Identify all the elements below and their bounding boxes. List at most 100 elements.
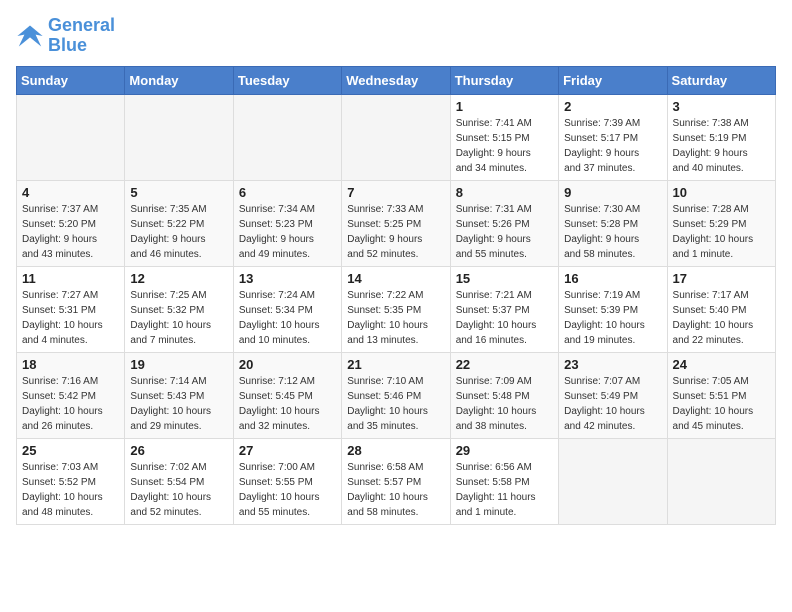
- calendar-cell: 14 Sunrise: 7:22 AMSunset: 5:35 PMDayligh…: [342, 266, 450, 352]
- page-header: General Blue: [16, 16, 776, 56]
- calendar-cell: 16Sunrise: 7:19 AMSunset: 5:39 PMDayligh…: [559, 266, 667, 352]
- day-number: 8: [456, 185, 553, 200]
- calendar-cell: 6 Sunrise: 7:34 AMSunset: 5:23 PMDaylight…: [233, 180, 341, 266]
- day-number: 18: [22, 357, 119, 372]
- day-info: Sunrise: 7:03 AMSunset: 5:52 PMDaylight:…: [22, 460, 119, 520]
- calendar-cell: 20Sunrise: 7:12 AMSunset: 5:45 PMDayligh…: [233, 352, 341, 438]
- day-info: Sunrise: 7:16 AMSunset: 5:42 PMDaylight:…: [22, 374, 119, 434]
- day-number: 2: [564, 99, 661, 114]
- day-info: Sunrise: 7:17 AMSunset: 5:40 PMDaylight:…: [673, 288, 770, 348]
- day-info: Sunrise: 7:30 AMSunset: 5:28 PMDaylight:…: [564, 202, 661, 262]
- calendar-header-row: SundayMondayTuesdayWednesdayThursdayFrid…: [17, 66, 776, 94]
- day-number: 21: [347, 357, 444, 372]
- calendar-cell: 28Sunrise: 6:58 AMSunset: 5:57 PMDayligh…: [342, 438, 450, 524]
- day-info: Sunrise: 7:37 AMSunset: 5:20 PMDaylight:…: [22, 202, 119, 262]
- day-number: 9: [564, 185, 661, 200]
- day-number: 23: [564, 357, 661, 372]
- day-number: 26: [130, 443, 227, 458]
- day-number: 22: [456, 357, 553, 372]
- calendar-cell: 4Sunrise: 7:37 AMSunset: 5:20 PMDaylight…: [17, 180, 125, 266]
- day-number: 27: [239, 443, 336, 458]
- weekday-header-thursday: Thursday: [450, 66, 558, 94]
- day-info: Sunrise: 7:25 AMSunset: 5:32 PMDaylight:…: [130, 288, 227, 348]
- calendar-cell: 23 Sunrise: 7:07 AMSunset: 5:49 PMDayligh…: [559, 352, 667, 438]
- calendar-cell: 19Sunrise: 7:14 AMSunset: 5:43 PMDayligh…: [125, 352, 233, 438]
- day-number: 14: [347, 271, 444, 286]
- calendar-cell: 7 Sunrise: 7:33 AMSunset: 5:25 PMDaylight…: [342, 180, 450, 266]
- weekday-header-sunday: Sunday: [17, 66, 125, 94]
- calendar-cell: 29 Sunrise: 6:56 AMSunset: 5:58 PMDayligh…: [450, 438, 558, 524]
- day-info: Sunrise: 7:05 AMSunset: 5:51 PMDaylight:…: [673, 374, 770, 434]
- calendar-cell: [233, 94, 341, 180]
- day-info: Sunrise: 7:02 AMSunset: 5:54 PMDaylight:…: [130, 460, 227, 520]
- calendar-cell: 10Sunrise: 7:28 AMSunset: 5:29 PMDayligh…: [667, 180, 775, 266]
- calendar-cell: 2 Sunrise: 7:39 AMSunset: 5:17 PMDaylight…: [559, 94, 667, 180]
- calendar-cell: 8 Sunrise: 7:31 AMSunset: 5:26 PMDaylight…: [450, 180, 558, 266]
- logo-icon: [16, 22, 44, 50]
- day-number: 13: [239, 271, 336, 286]
- calendar-cell: 25 Sunrise: 7:03 AMSunset: 5:52 PMDayligh…: [17, 438, 125, 524]
- day-info: Sunrise: 7:00 AMSunset: 5:55 PMDaylight:…: [239, 460, 336, 520]
- weekday-header-monday: Monday: [125, 66, 233, 94]
- day-info: Sunrise: 7:31 AMSunset: 5:26 PMDaylight:…: [456, 202, 553, 262]
- calendar-cell: 24Sunrise: 7:05 AMSunset: 5:51 PMDayligh…: [667, 352, 775, 438]
- day-number: 29: [456, 443, 553, 458]
- day-info: Sunrise: 7:22 AMSunset: 5:35 PMDaylight:…: [347, 288, 444, 348]
- calendar-cell: 13 Sunrise: 7:24 AMSunset: 5:34 PMDayligh…: [233, 266, 341, 352]
- day-number: 5: [130, 185, 227, 200]
- day-number: 25: [22, 443, 119, 458]
- calendar-cell: 3 Sunrise: 7:38 AMSunset: 5:19 PMDaylight…: [667, 94, 775, 180]
- day-number: 12: [130, 271, 227, 286]
- calendar-cell: 18 Sunrise: 7:16 AMSunset: 5:42 PMDayligh…: [17, 352, 125, 438]
- calendar-cell: [559, 438, 667, 524]
- calendar-cell: 11 Sunrise: 7:27 AMSunset: 5:31 PMDayligh…: [17, 266, 125, 352]
- day-info: Sunrise: 7:07 AMSunset: 5:49 PMDaylight:…: [564, 374, 661, 434]
- calendar-week-row: 1Sunrise: 7:41 AMSunset: 5:15 PMDaylight…: [17, 94, 776, 180]
- day-number: 16: [564, 271, 661, 286]
- day-info: Sunrise: 7:09 AMSunset: 5:48 PMDaylight:…: [456, 374, 553, 434]
- day-info: Sunrise: 7:38 AMSunset: 5:19 PMDaylight:…: [673, 116, 770, 176]
- calendar-cell: [17, 94, 125, 180]
- calendar-cell: 1Sunrise: 7:41 AMSunset: 5:15 PMDaylight…: [450, 94, 558, 180]
- calendar-cell: 22 Sunrise: 7:09 AMSunset: 5:48 PMDayligh…: [450, 352, 558, 438]
- day-info: Sunrise: 7:21 AMSunset: 5:37 PMDaylight:…: [456, 288, 553, 348]
- calendar-cell: 9 Sunrise: 7:30 AMSunset: 5:28 PMDaylight…: [559, 180, 667, 266]
- calendar-cell: 12 Sunrise: 7:25 AMSunset: 5:32 PMDayligh…: [125, 266, 233, 352]
- weekday-header-tuesday: Tuesday: [233, 66, 341, 94]
- calendar-cell: 5 Sunrise: 7:35 AMSunset: 5:22 PMDaylight…: [125, 180, 233, 266]
- calendar-cell: [667, 438, 775, 524]
- calendar-cell: [342, 94, 450, 180]
- calendar-cell: 21 Sunrise: 7:10 AMSunset: 5:46 PMDayligh…: [342, 352, 450, 438]
- calendar-week-row: 25 Sunrise: 7:03 AMSunset: 5:52 PMDayligh…: [17, 438, 776, 524]
- calendar-week-row: 4Sunrise: 7:37 AMSunset: 5:20 PMDaylight…: [17, 180, 776, 266]
- calendar-cell: 15Sunrise: 7:21 AMSunset: 5:37 PMDayligh…: [450, 266, 558, 352]
- calendar-cell: 26 Sunrise: 7:02 AMSunset: 5:54 PMDayligh…: [125, 438, 233, 524]
- day-number: 7: [347, 185, 444, 200]
- day-info: Sunrise: 7:33 AMSunset: 5:25 PMDaylight:…: [347, 202, 444, 262]
- weekday-header-saturday: Saturday: [667, 66, 775, 94]
- weekday-header-friday: Friday: [559, 66, 667, 94]
- day-info: Sunrise: 7:12 AMSunset: 5:45 PMDaylight:…: [239, 374, 336, 434]
- weekday-header-wednesday: Wednesday: [342, 66, 450, 94]
- day-info: Sunrise: 7:28 AMSunset: 5:29 PMDaylight:…: [673, 202, 770, 262]
- day-number: 17: [673, 271, 770, 286]
- day-info: Sunrise: 7:39 AMSunset: 5:17 PMDaylight:…: [564, 116, 661, 176]
- day-info: Sunrise: 7:10 AMSunset: 5:46 PMDaylight:…: [347, 374, 444, 434]
- calendar-table: SundayMondayTuesdayWednesdayThursdayFrid…: [16, 66, 776, 525]
- day-number: 11: [22, 271, 119, 286]
- day-info: Sunrise: 7:34 AMSunset: 5:23 PMDaylight:…: [239, 202, 336, 262]
- day-number: 28: [347, 443, 444, 458]
- calendar-cell: [125, 94, 233, 180]
- day-info: Sunrise: 7:35 AMSunset: 5:22 PMDaylight:…: [130, 202, 227, 262]
- day-info: Sunrise: 7:27 AMSunset: 5:31 PMDaylight:…: [22, 288, 119, 348]
- day-info: Sunrise: 7:24 AMSunset: 5:34 PMDaylight:…: [239, 288, 336, 348]
- day-info: Sunrise: 7:41 AMSunset: 5:15 PMDaylight:…: [456, 116, 553, 176]
- day-number: 3: [673, 99, 770, 114]
- day-number: 6: [239, 185, 336, 200]
- calendar-week-row: 11 Sunrise: 7:27 AMSunset: 5:31 PMDayligh…: [17, 266, 776, 352]
- calendar-cell: 27 Sunrise: 7:00 AMSunset: 5:55 PMDayligh…: [233, 438, 341, 524]
- day-info: Sunrise: 6:56 AMSunset: 5:58 PMDaylight:…: [456, 460, 553, 520]
- day-number: 19: [130, 357, 227, 372]
- calendar-week-row: 18 Sunrise: 7:16 AMSunset: 5:42 PMDayligh…: [17, 352, 776, 438]
- logo: General Blue: [16, 16, 115, 56]
